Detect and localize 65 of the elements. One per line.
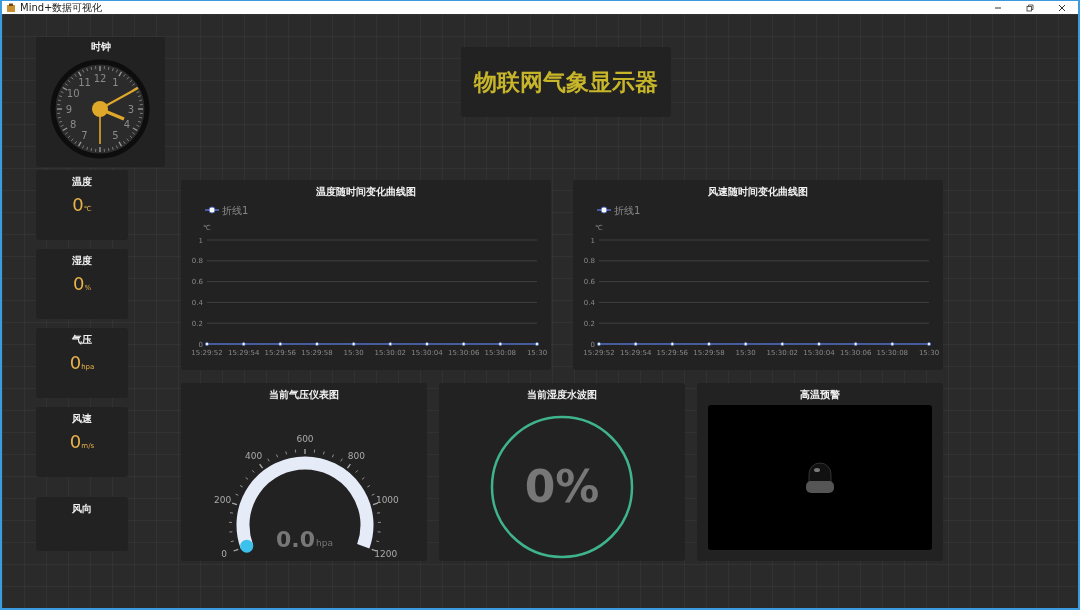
data-point <box>890 342 895 346</box>
close-icon <box>1058 3 1066 12</box>
dial-number: 4 <box>123 119 131 130</box>
reading-value: 0 <box>69 433 82 451</box>
data-point <box>927 342 931 346</box>
scale-label: 200 <box>214 495 232 506</box>
gauge-value: 0.0 <box>276 527 315 552</box>
card-title: 风向 <box>71 503 93 515</box>
chart-title: 风速随时间变化曲线图 <box>707 186 809 198</box>
scale-label: 0 <box>221 549 228 560</box>
dial-number: 9 <box>65 103 73 115</box>
data-point <box>241 342 246 346</box>
gauge-unit: hpa <box>316 538 333 548</box>
data-point <box>461 342 466 346</box>
card-title: 当前气压仪表图 <box>268 389 340 401</box>
card-title: 当前湿度水波图 <box>526 389 598 401</box>
data-point <box>780 342 785 346</box>
card-title: 风速 <box>71 413 93 425</box>
data-point <box>205 342 209 346</box>
reading-value: 0 <box>72 196 84 214</box>
dial-number: 8 <box>69 119 77 130</box>
scale-label: 400 <box>245 451 263 461</box>
data-point <box>535 342 539 346</box>
legend-icon <box>204 206 220 214</box>
window-title: Mind+数据可视化 <box>20 2 103 13</box>
data-point <box>817 342 821 346</box>
data-point <box>670 342 675 346</box>
app-icon <box>6 2 16 13</box>
water-ball-reading: 0% <box>524 461 600 512</box>
data-point <box>278 342 283 346</box>
data-point <box>388 342 393 346</box>
data-point <box>853 342 858 346</box>
legend-label[interactable]: 折线1 <box>222 204 249 216</box>
dial-number: 1 <box>112 76 119 88</box>
reading-value: 0 <box>69 354 82 372</box>
legend-icon <box>596 206 612 214</box>
data-point <box>707 342 711 346</box>
dashboard-title: 物联网气象显示器 <box>474 67 658 97</box>
dial-number: 11 <box>78 76 91 88</box>
data-point <box>351 342 356 346</box>
card-title: 温度 <box>71 176 93 188</box>
data-point <box>498 342 503 346</box>
scale-label: 1200 <box>374 549 398 560</box>
data-point <box>633 342 638 346</box>
scale-label: 800 <box>347 451 365 461</box>
data-point <box>743 342 748 346</box>
card-title: 湿度 <box>71 255 93 267</box>
data-point <box>425 342 429 346</box>
data-point <box>315 342 319 346</box>
dial-number: 10 <box>66 88 80 99</box>
clock-hands <box>92 87 139 145</box>
legend-label[interactable]: 折线1 <box>614 204 641 216</box>
card-title: 高温预警 <box>799 389 841 401</box>
reading-value: 0 <box>72 275 85 293</box>
card-title: 时钟 <box>89 41 112 53</box>
restore-icon <box>1026 3 1034 12</box>
dial-number: 12 <box>93 72 107 84</box>
data-point <box>597 342 601 346</box>
dial-number: 3 <box>127 103 135 115</box>
scale-label: 1000 <box>375 495 399 506</box>
scale-label: 600 <box>296 434 314 444</box>
card-title: 气压 <box>71 334 93 346</box>
chart-title: 温度随时间变化曲线图 <box>315 186 417 198</box>
dial-number: 5 <box>112 130 119 142</box>
dial-number: 7 <box>81 130 88 142</box>
